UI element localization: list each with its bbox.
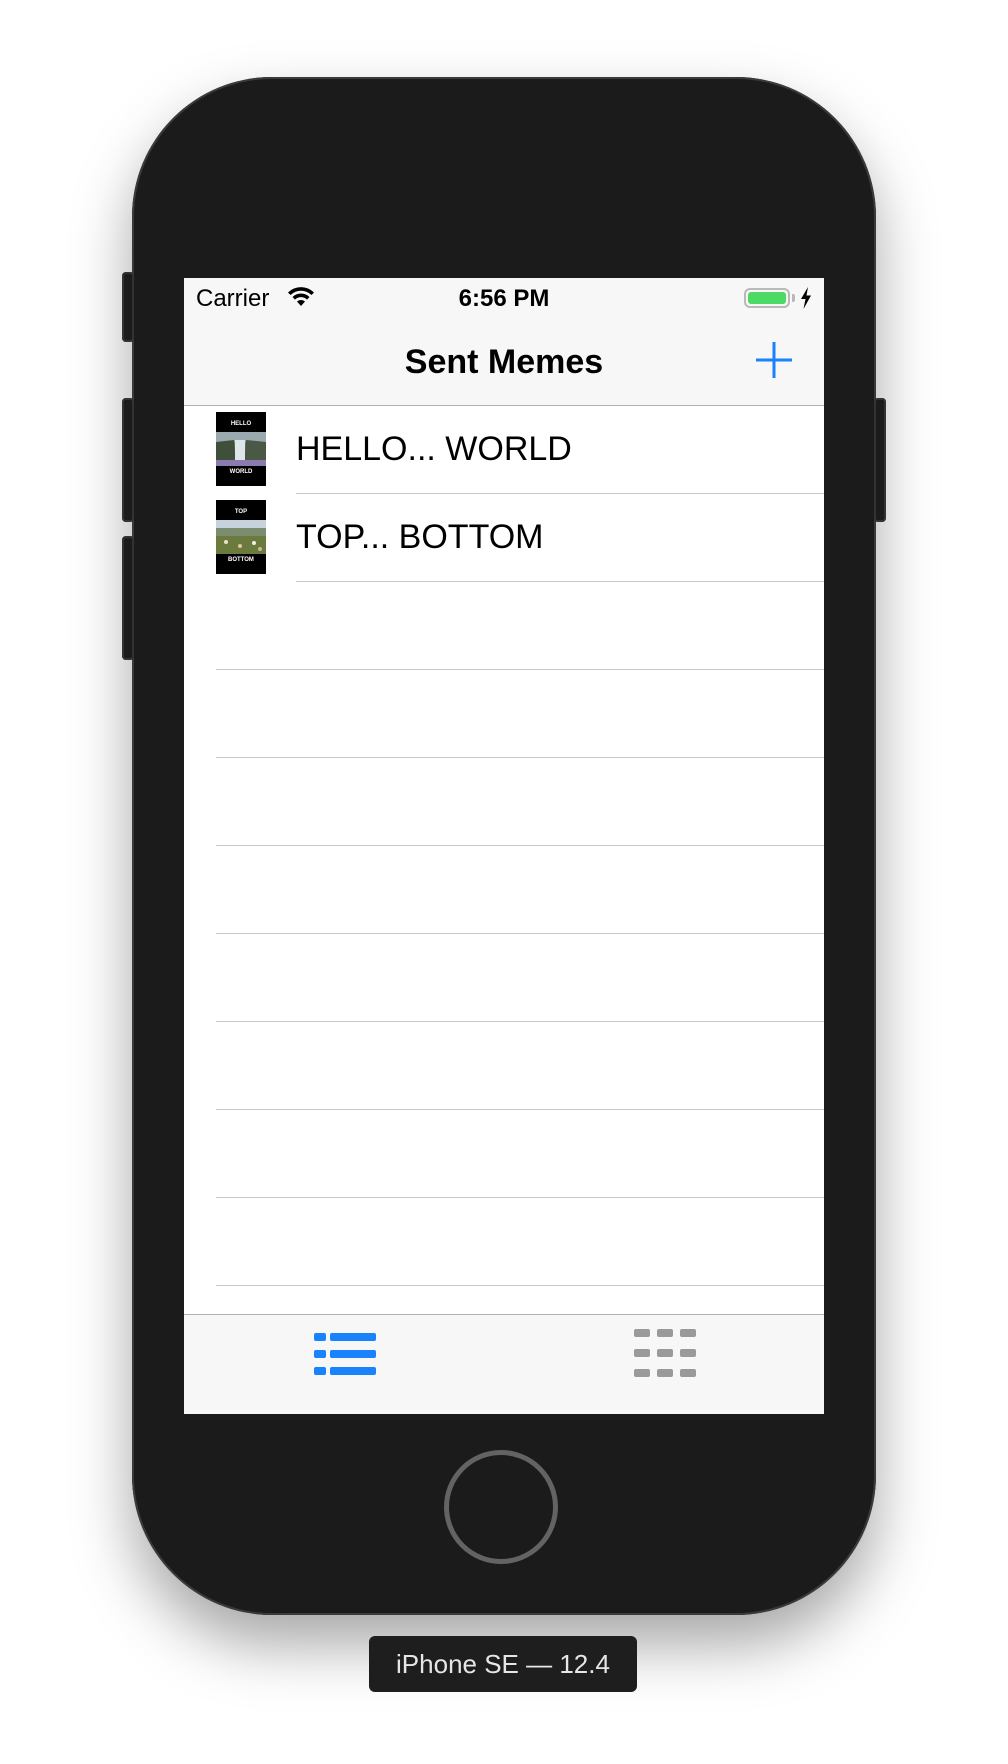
meme-thumbnail: TOP BOTTOM — [216, 500, 266, 574]
tab-list-view[interactable] — [184, 1315, 504, 1414]
page-title: Sent Memes — [404, 343, 604, 381]
battery-level — [748, 292, 786, 304]
meme-label: HELLO... WORLD — [296, 430, 572, 468]
tab-bar — [184, 1314, 824, 1414]
tab-grid-view[interactable] — [504, 1315, 824, 1414]
meme-thumb-bottom-text: WORLD — [229, 469, 253, 475]
navigation-bar: Sent Memes — [184, 318, 824, 406]
list-icon — [314, 1333, 376, 1375]
meme-thumb-bottom-text: BOTTOM — [228, 557, 254, 563]
meme-label: TOP... BOTTOM — [296, 518, 544, 556]
memes-table: HELLO WORLD HELLO... WORLD TOP BOTTOM TO… — [184, 406, 824, 1314]
add-meme-button[interactable] — [752, 338, 796, 382]
field-image — [216, 520, 266, 554]
waterfall-image — [216, 432, 266, 466]
phone-screen: Carrier 6:56 PM Sent Memes HELLO WORLD H… — [184, 278, 824, 1414]
row-separator — [296, 581, 824, 582]
battery-icon — [744, 288, 790, 308]
table-row[interactable]: TOP BOTTOM TOP... BOTTOM — [184, 494, 824, 582]
row-separator — [216, 845, 824, 846]
row-separator — [216, 1021, 824, 1022]
row-separator — [216, 933, 824, 934]
power-button — [874, 398, 886, 522]
status-bar: Carrier 6:56 PM — [184, 278, 824, 318]
status-time: 6:56 PM — [458, 285, 550, 312]
row-separator — [216, 669, 824, 670]
device-label: iPhone SE — 12.4 — [369, 1636, 637, 1692]
charging-bolt-icon — [800, 287, 812, 314]
row-separator — [216, 757, 824, 758]
plus-icon — [756, 342, 792, 378]
volume-up-button — [122, 398, 134, 522]
row-separator — [216, 1197, 824, 1198]
grid-icon — [634, 1329, 696, 1377]
row-separator — [216, 1109, 824, 1110]
meme-thumb-top-text: TOP — [234, 509, 248, 515]
volume-down-button — [122, 536, 134, 660]
home-button[interactable] — [444, 1450, 558, 1564]
meme-thumb-top-text: HELLO — [230, 421, 252, 427]
battery-tip — [792, 294, 795, 302]
table-row[interactable]: HELLO WORLD HELLO... WORLD — [184, 406, 824, 494]
mute-switch — [122, 272, 134, 342]
row-separator — [216, 1285, 824, 1286]
meme-thumbnail: HELLO WORLD — [216, 412, 266, 486]
